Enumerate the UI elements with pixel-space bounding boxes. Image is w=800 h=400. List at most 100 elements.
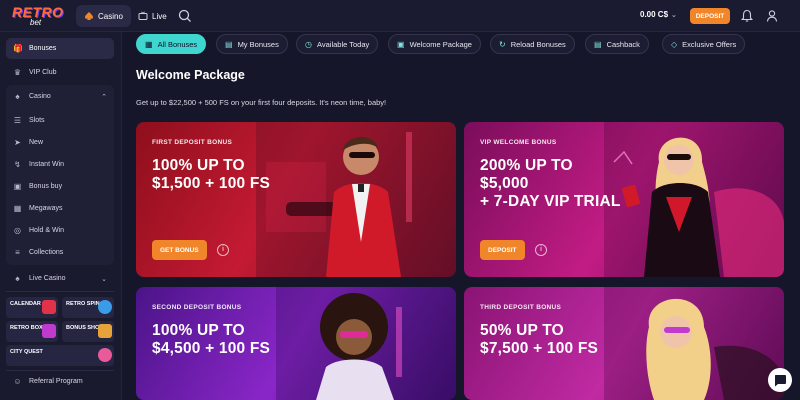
filter-available-today[interactable]: ◷ Available Today <box>296 34 379 54</box>
sidebar-item-label: Megaways <box>29 205 63 212</box>
user-icon[interactable] <box>766 9 778 23</box>
diamond-icon: ◇ <box>671 39 678 49</box>
promo-retro-box[interactable]: RETRO BOX <box>6 321 58 342</box>
filter-all-bonuses[interactable]: ▦ All Bonuses <box>136 34 207 54</box>
card-headline-line: $4,500 + 100 FS <box>152 340 271 357</box>
promo-city-quest[interactable]: CITY QUEST <box>6 345 114 366</box>
card-illustration <box>256 122 456 277</box>
filter-label: Reload Bonuses <box>510 39 566 49</box>
card-headline-line: $1,500 + 100 FS <box>152 175 271 192</box>
logo[interactable]: RETRO bet <box>12 4 64 28</box>
map-pin-icon <box>98 348 112 362</box>
filter-label: All Bonuses <box>157 39 198 49</box>
sidebar-item-label: Casino <box>29 93 51 100</box>
gift-icon: 🎁 <box>13 44 23 53</box>
filter-my-bonuses[interactable]: ▤ My Bonuses <box>216 34 288 54</box>
card-headline-line: 100% UP TO <box>152 157 245 174</box>
sidebar-item-label: Instant Win <box>29 161 65 168</box>
spade-icon: ♠ <box>15 92 20 101</box>
coins-icon: ◎ <box>14 226 21 235</box>
deposit-button[interactable]: DEPOSIT <box>690 8 730 24</box>
sidebar-item-instant-win[interactable]: ↯ Instant Win <box>6 154 114 175</box>
logo-sub: bet <box>30 18 42 27</box>
card-illustration <box>276 287 456 400</box>
filter-exclusive-offers[interactable]: ◇ Exclusive Offers <box>662 34 746 54</box>
vip-icon: ♛ <box>13 68 22 77</box>
tab-casino[interactable]: Casino <box>76 5 131 27</box>
sidebar-item-collections[interactable]: ≡ Collections <box>6 242 114 263</box>
cashback-icon: ▤ <box>594 39 602 49</box>
sidebar-item-label: Bonuses <box>29 45 57 52</box>
bonus-card-vip-welcome[interactable]: VIP WELCOME BONUS 200% UP TO $5,000 + 7-… <box>464 122 784 277</box>
sidebar-item-label: Live Casino <box>29 275 66 282</box>
sidebar-item-hold-win[interactable]: ◎ Hold & Win <box>6 220 114 241</box>
slots-icon: ☰ <box>13 116 22 125</box>
wheel-icon <box>98 300 112 314</box>
divider <box>6 291 114 292</box>
page-title: Welcome Package <box>136 68 245 82</box>
card-eyebrow: VIP WELCOME BONUS <box>480 139 557 146</box>
card-eyebrow: SECOND DEPOSIT BONUS <box>152 304 242 311</box>
get-bonus-button[interactable]: GET BONUS <box>152 240 207 260</box>
card-illustration <box>604 287 784 400</box>
chevron-down-icon: ⌄ <box>101 275 107 283</box>
tab-live[interactable]: Live <box>130 5 175 27</box>
filter-label: Welcome Package <box>409 39 472 49</box>
promo-label: RETRO SPIN <box>66 301 100 307</box>
sidebar-item-live-casino[interactable]: ♠ Live Casino ⌄ <box>6 268 114 289</box>
promo-calendar[interactable]: CALENDAR <box>6 297 58 318</box>
promo-label: CITY QUEST <box>10 349 43 355</box>
filter-label: My Bonuses <box>237 39 279 49</box>
sidebar-item-vip-club[interactable]: ♛ VIP Club <box>6 62 114 83</box>
bonus-card-third-deposit[interactable]: THIRD DEPOSIT BONUS 50% UP TO $7,500 + 1… <box>464 287 784 400</box>
deposit-button[interactable]: DEPOSIT <box>480 240 525 260</box>
sidebar-item-megaways[interactable]: ▦ Megaways <box>6 198 114 219</box>
sidebar-item-label: Hold & Win <box>29 227 65 234</box>
balance-display[interactable]: 0.00 C$ ⌄ <box>640 10 677 19</box>
filter-reload-bonuses[interactable]: ↻ Reload Bonuses <box>490 34 575 54</box>
gift-icon: ▣ <box>397 39 405 49</box>
filter-label: Exclusive Offers <box>682 39 737 49</box>
promo-retro-spin[interactable]: RETRO SPIN <box>62 297 114 318</box>
card-headline-line: 50% UP TO <box>480 322 564 339</box>
chat-icon <box>775 375 786 387</box>
people-icon: ☺ <box>13 377 22 386</box>
box-icon <box>42 324 56 338</box>
sidebar-item-slots[interactable]: ☰ Slots <box>6 110 114 131</box>
shop-icon <box>98 324 112 338</box>
chevron-up-icon: ⌃ <box>101 93 107 101</box>
sidebar-item-label: Collections <box>29 249 64 256</box>
sidebar: 🎁 Bonuses ♛ VIP Club ♠ Casino ⌃ ☰ Slots … <box>0 32 122 400</box>
balance-value: 0.00 C$ <box>640 10 669 19</box>
sidebar-item-referral-program[interactable]: ☺ Referral Program <box>6 371 114 392</box>
sidebar-item-bonus-buy[interactable]: ▣ Bonus buy <box>6 176 114 197</box>
filter-label: Available Today <box>316 39 370 49</box>
grid-icon: ▦ <box>145 39 153 49</box>
sidebar-item-bonuses[interactable]: 🎁 Bonuses <box>6 38 114 59</box>
info-icon[interactable]: i <box>535 244 547 256</box>
tv-icon <box>138 11 148 20</box>
bonus-card-first-deposit[interactable]: FIRST DEPOSIT BONUS 100% UP TO $1,500 + … <box>136 122 456 277</box>
bag-icon: ▣ <box>13 182 22 191</box>
stack-icon: ≡ <box>15 248 20 257</box>
card-headline-line: $5,000 <box>480 175 529 192</box>
promo-label: RETRO BOX <box>10 325 43 331</box>
sidebar-item-label: Slots <box>29 117 45 124</box>
top-bar: RETRO bet Casino Live 0.00 C$ ⌄ DEPOSIT <box>0 0 800 32</box>
filter-label: Cashback <box>606 39 640 49</box>
card-headline-line: + 7-DAY VIP TRIAL <box>480 193 621 210</box>
info-icon[interactable]: i <box>217 244 229 256</box>
bonus-card-second-deposit[interactable]: SECOND DEPOSIT BONUS 100% UP TO $4,500 +… <box>136 287 456 400</box>
rocket-icon: ➤ <box>14 138 21 147</box>
chat-button[interactable] <box>768 368 792 392</box>
grid-icon: ▦ <box>13 204 22 213</box>
calendar-icon <box>42 300 56 314</box>
search-icon[interactable] <box>176 7 194 25</box>
sidebar-item-casino[interactable]: ♠ Casino ⌃ <box>6 86 114 107</box>
tab-label: Live <box>152 11 167 21</box>
bell-icon[interactable] <box>741 9 753 23</box>
sidebar-item-new[interactable]: ➤ New <box>6 132 114 153</box>
promo-bonus-shop[interactable]: BONUS SHOP <box>62 321 114 342</box>
filter-welcome-package[interactable]: ▣ Welcome Package <box>388 34 481 54</box>
filter-cashback[interactable]: ▤ Cashback <box>585 34 649 54</box>
